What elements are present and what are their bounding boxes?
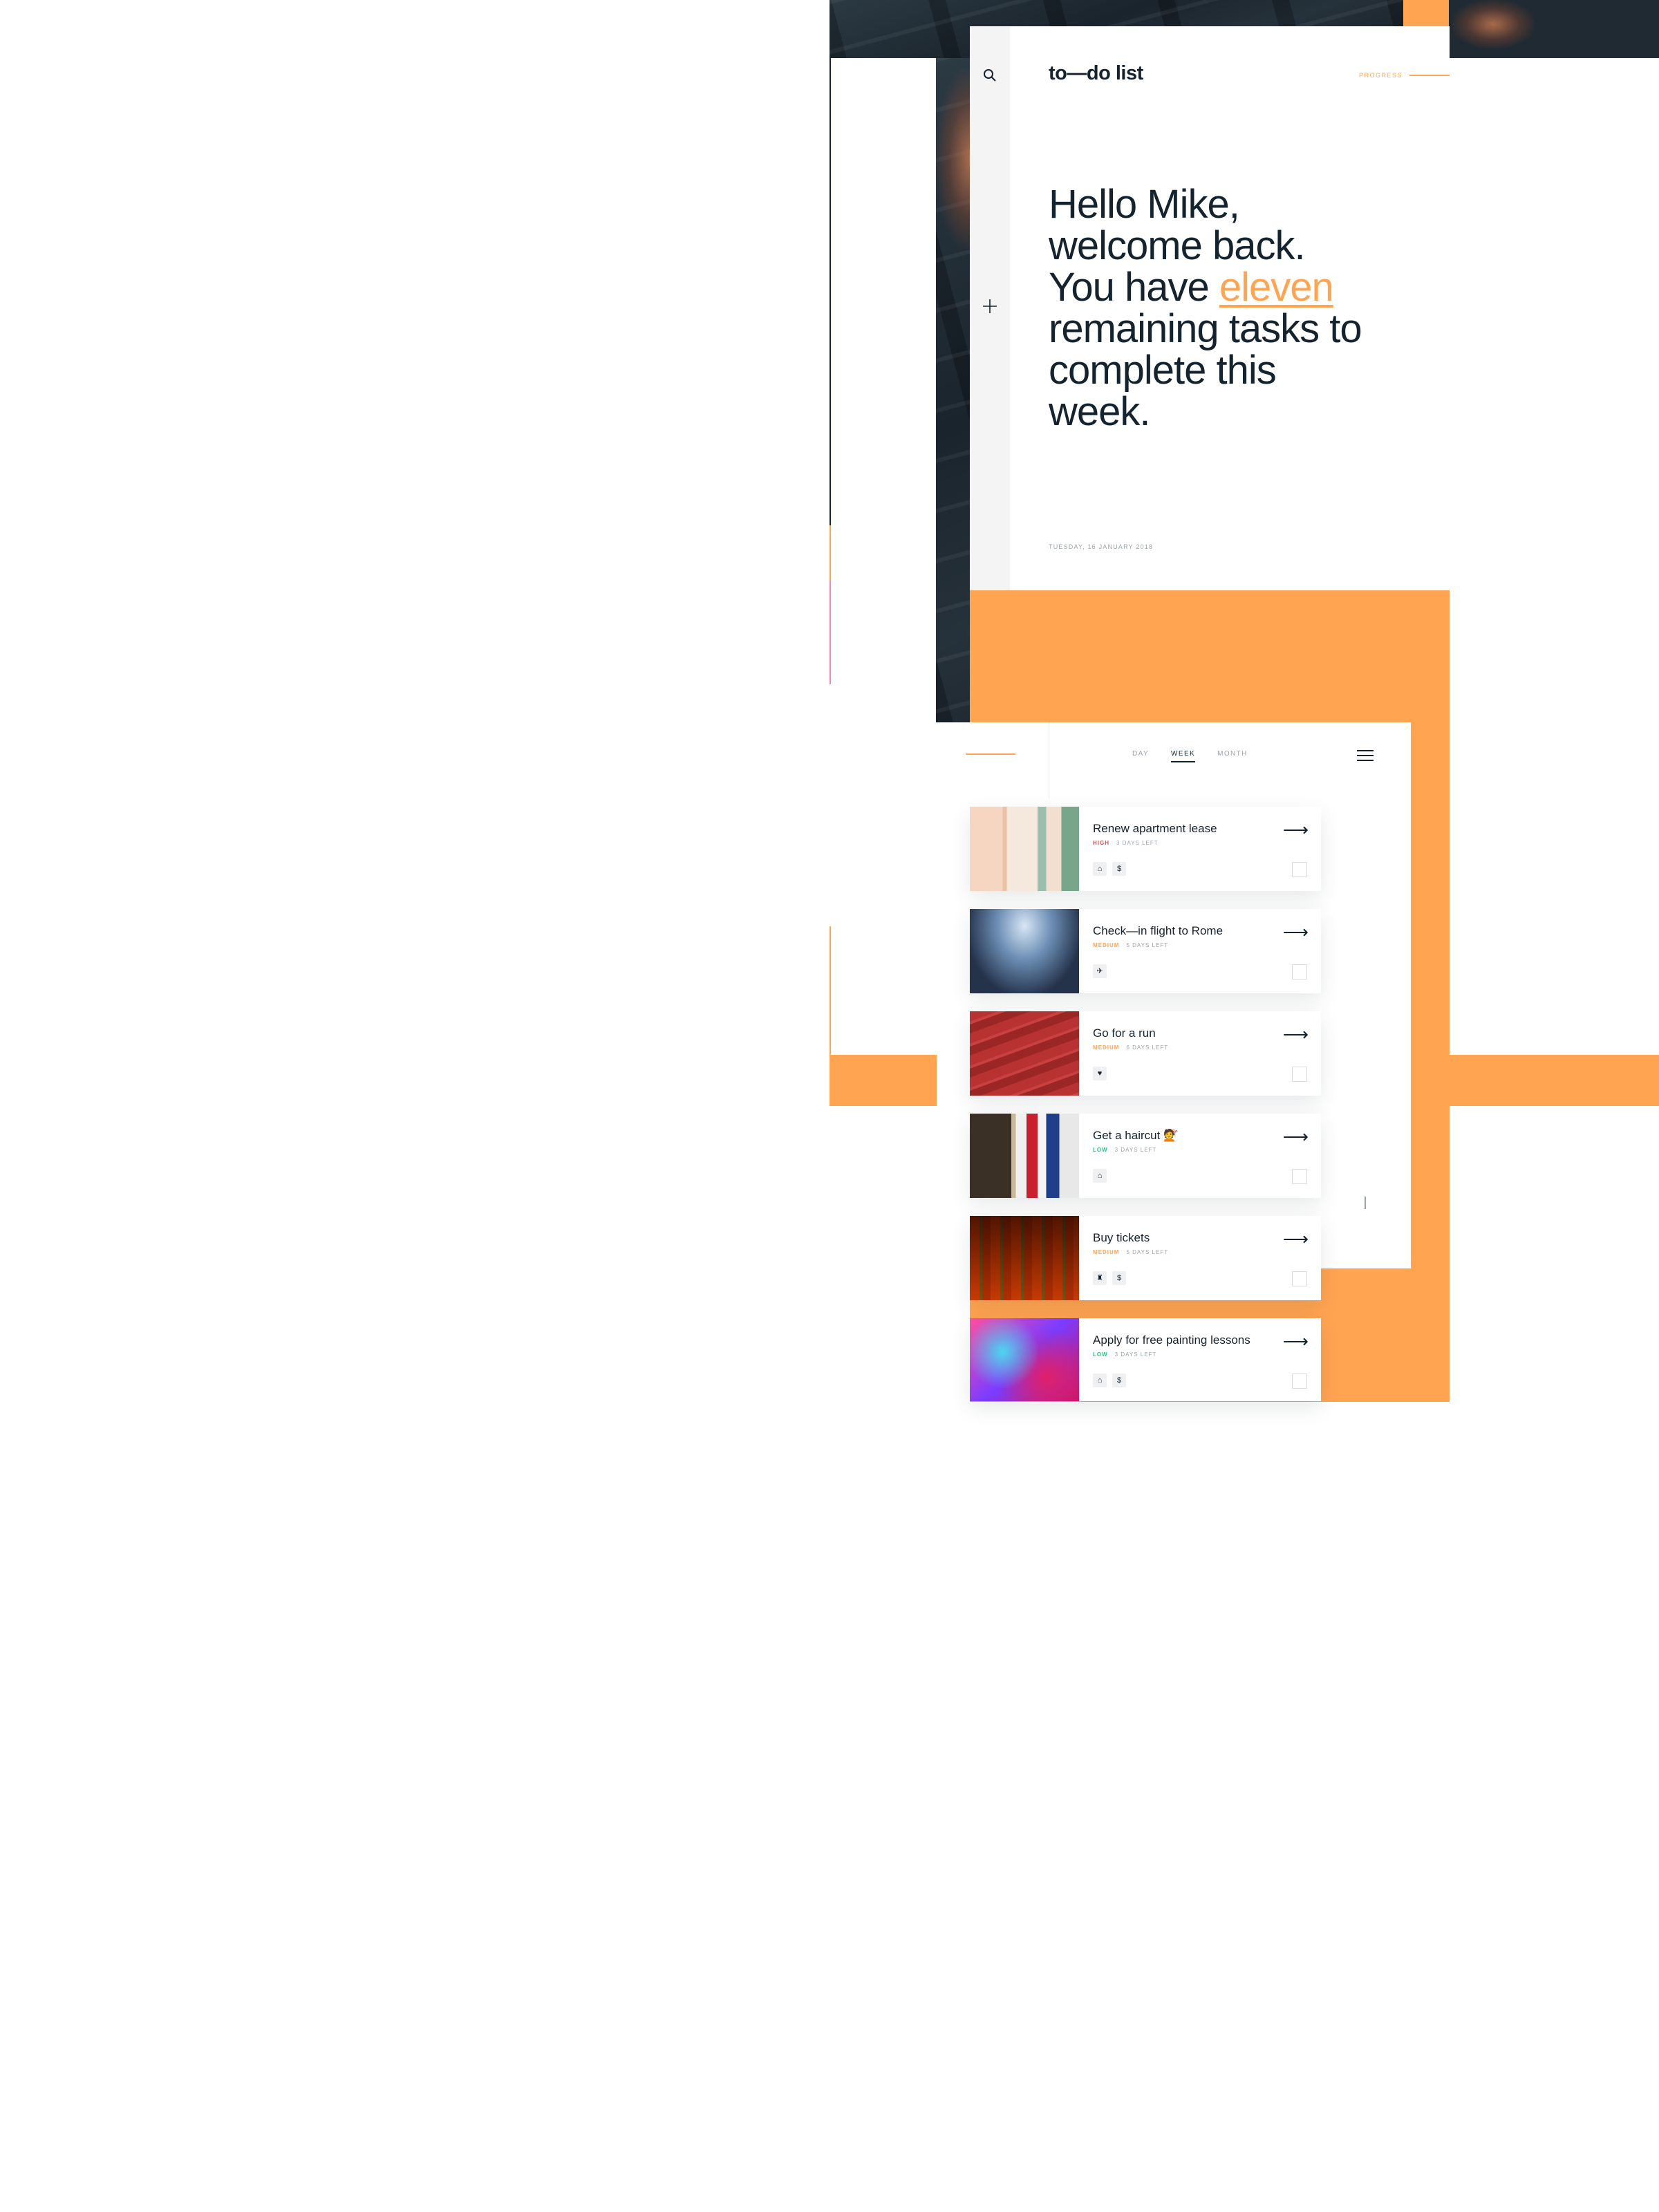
task-tags: ♜ $	[1093, 1271, 1126, 1285]
task-checkbox[interactable]	[1292, 862, 1307, 877]
task-card[interactable]: Get a haircut 💇 LOW 3 DAYS LEFT ⟶ ⌂	[970, 1114, 1321, 1198]
left-edge-line	[830, 926, 831, 1055]
task-thumbnail	[970, 909, 1079, 993]
task-checkbox[interactable]	[1292, 1067, 1307, 1082]
tab-month[interactable]: MONTH	[1217, 750, 1248, 762]
task-tags: ⌂ $	[1093, 862, 1126, 876]
task-thumbnail	[970, 1216, 1079, 1300]
tab-week[interactable]: WEEK	[1171, 750, 1196, 762]
task-meta: LOW 3 DAYS LEFT	[1093, 1351, 1156, 1358]
task-title: Buy tickets	[1093, 1231, 1150, 1244]
tab-day[interactable]: DAY	[1132, 750, 1149, 762]
task-thumbnail	[970, 1011, 1079, 1096]
task-checkbox[interactable]	[1292, 1169, 1307, 1184]
background-window-glow	[1452, 0, 1535, 48]
days-left: 5 DAYS LEFT	[1126, 1249, 1169, 1255]
heart-icon: ♥	[1093, 1067, 1107, 1080]
days-left: 3 DAYS LEFT	[1116, 840, 1159, 846]
left-edge-line	[830, 58, 831, 528]
progress-line	[1409, 75, 1450, 76]
task-title: Get a haircut 💇	[1093, 1129, 1179, 1142]
task-card[interactable]: Go for a run MEDIUM 6 DAYS LEFT ⟶ ♥	[970, 1011, 1321, 1096]
arrow-right-icon[interactable]: ⟶	[1283, 1332, 1309, 1350]
priority-badge: LOW	[1093, 1147, 1108, 1153]
task-tags: ✈	[1093, 964, 1107, 978]
side-rail	[970, 26, 1010, 590]
add-icon[interactable]	[982, 298, 998, 315]
days-left: 6 DAYS LEFT	[1126, 1044, 1169, 1051]
task-thumbnail	[970, 1318, 1079, 1401]
task-card[interactable]: Buy tickets MEDIUM 5 DAYS LEFT ⟶ ♜ $	[970, 1216, 1321, 1300]
current-date: TUESDAY, 16 JANUARY 2018	[1049, 543, 1154, 550]
background-orange-strip-top	[1403, 0, 1449, 26]
home-icon: ⌂	[1093, 1374, 1107, 1387]
task-thumbnail	[970, 807, 1079, 891]
plane-icon: ✈	[1093, 964, 1107, 978]
task-thumbnail	[970, 1114, 1079, 1198]
home-icon: ⌂	[1093, 862, 1107, 876]
period-tabs: DAY WEEK MONTH	[1132, 750, 1248, 762]
greeting-message: Hello Mike, welcome back. You have eleve…	[1049, 184, 1374, 433]
task-meta: MEDIUM 6 DAYS LEFT	[1093, 1044, 1168, 1051]
left-edge-line	[830, 581, 831, 684]
arrow-right-icon[interactable]: ⟶	[1283, 923, 1309, 941]
welcome-card: to—do list PROGRESS Hello Mike, welcome …	[970, 26, 1450, 590]
task-title: Renew apartment lease	[1093, 822, 1217, 835]
task-tags: ⌂	[1093, 1169, 1107, 1183]
arrow-right-icon[interactable]: ⟶	[1283, 821, 1309, 838]
accent-line	[966, 753, 1015, 755]
progress-label: PROGRESS	[1358, 72, 1403, 79]
task-checkbox[interactable]	[1292, 1271, 1307, 1286]
days-left: 3 DAYS LEFT	[1114, 1147, 1157, 1153]
arrow-right-icon[interactable]: ⟶	[1283, 1025, 1309, 1043]
priority-badge: LOW	[1093, 1351, 1108, 1358]
priority-badge: MEDIUM	[1093, 1249, 1120, 1255]
scroll-indicator[interactable]	[1365, 1197, 1366, 1209]
progress-link[interactable]: PROGRESS	[1359, 72, 1450, 79]
search-icon[interactable]	[982, 68, 997, 83]
priority-badge: HIGH	[1093, 840, 1109, 846]
arrow-right-icon[interactable]: ⟶	[1283, 1230, 1309, 1248]
remaining-count: eleven	[1219, 265, 1334, 310]
task-meta: LOW 3 DAYS LEFT	[1093, 1147, 1156, 1153]
menu-icon[interactable]	[1357, 750, 1374, 761]
priority-badge: MEDIUM	[1093, 942, 1120, 948]
dollar-icon: $	[1112, 1374, 1126, 1387]
trophy-icon: ♜	[1093, 1271, 1107, 1285]
dollar-icon: $	[1112, 1271, 1126, 1285]
task-checkbox[interactable]	[1292, 1374, 1307, 1389]
task-card[interactable]: Apply for free painting lessons LOW 3 DA…	[970, 1318, 1321, 1401]
task-meta: MEDIUM 5 DAYS LEFT	[1093, 1249, 1168, 1255]
task-meta: HIGH 3 DAYS LEFT	[1093, 840, 1159, 846]
task-card[interactable]: Renew apartment lease HIGH 3 DAYS LEFT ⟶…	[970, 807, 1321, 891]
days-left: 3 DAYS LEFT	[1114, 1351, 1157, 1358]
task-title: Go for a run	[1093, 1027, 1156, 1040]
app-title: to—do list	[1049, 62, 1143, 84]
task-tags: ⌂ $	[1093, 1374, 1126, 1387]
task-checkbox[interactable]	[1292, 964, 1307, 980]
arrow-right-icon[interactable]: ⟶	[1283, 1127, 1309, 1145]
task-card[interactable]: Check—in flight to Rome MEDIUM 5 DAYS LE…	[970, 909, 1321, 993]
greeting-text-after: remaining tasks to complete this week.	[1049, 306, 1362, 434]
task-title: Apply for free painting lessons	[1093, 1333, 1250, 1347]
task-meta: MEDIUM 5 DAYS LEFT	[1093, 942, 1168, 948]
days-left: 5 DAYS LEFT	[1126, 942, 1169, 948]
priority-badge: MEDIUM	[1093, 1044, 1120, 1051]
dollar-icon: $	[1112, 862, 1126, 876]
home-icon: ⌂	[1093, 1169, 1107, 1183]
task-tags: ♥	[1093, 1067, 1107, 1080]
task-title: Check—in flight to Rome	[1093, 924, 1224, 937]
